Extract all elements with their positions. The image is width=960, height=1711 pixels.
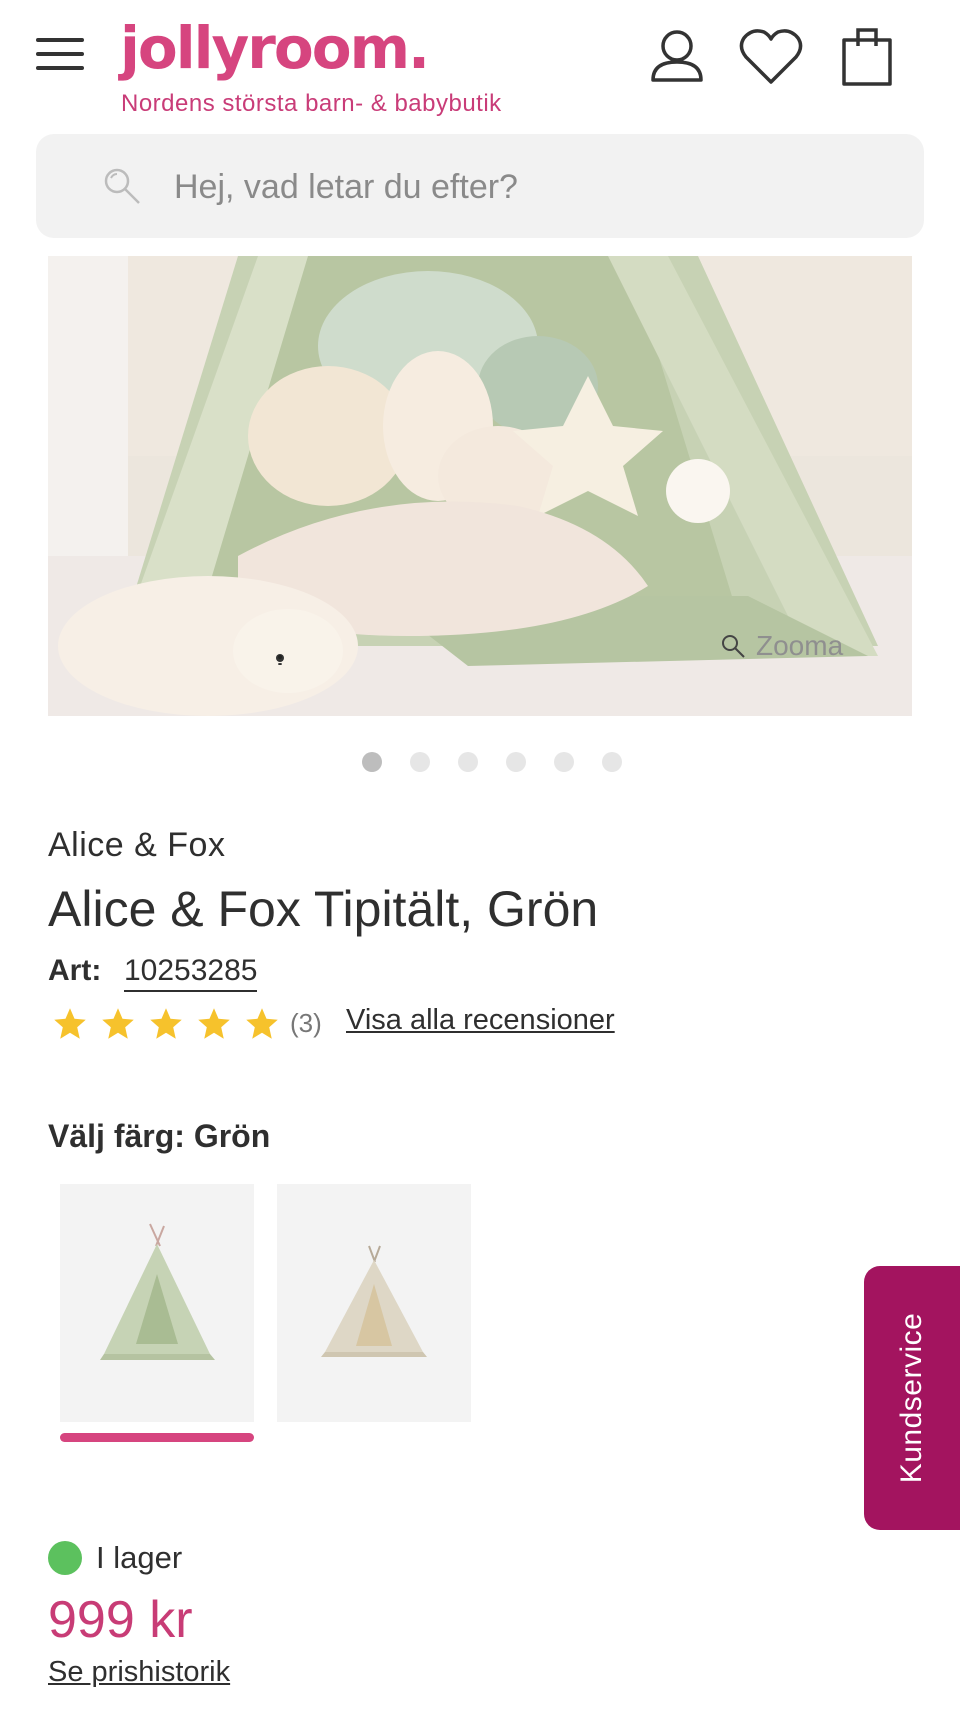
star-icon	[150, 1008, 182, 1039]
price: 999 kr	[48, 1591, 193, 1649]
account-icon[interactable]	[642, 22, 712, 92]
price-history-link[interactable]: Se prishistorik	[48, 1656, 230, 1689]
color-option-green[interactable]	[60, 1184, 254, 1422]
hamburger-menu-icon[interactable]	[36, 36, 84, 72]
star-icon	[198, 1008, 230, 1039]
search-icon	[104, 168, 140, 204]
article-number-value[interactable]: 10253285	[124, 954, 258, 992]
selected-color: Grön	[193, 1118, 271, 1154]
stock-status: I lager	[48, 1540, 182, 1576]
star-icon	[54, 1008, 86, 1039]
logo[interactable]: jollyroom.	[120, 8, 430, 88]
gallery-dot-1[interactable]	[362, 752, 382, 772]
brand-name[interactable]: Alice & Fox	[48, 826, 225, 865]
magnifier-icon	[722, 635, 745, 658]
color-selector-label: Välj färg: Grön	[48, 1118, 270, 1155]
product-title: Alice & Fox Tipitält, Grön	[48, 881, 599, 937]
gallery-dot-2[interactable]	[410, 752, 430, 772]
customer-service-tab[interactable]: Kundservice	[864, 1266, 960, 1530]
selected-color-indicator	[60, 1433, 254, 1442]
in-stock-indicator-icon	[48, 1541, 82, 1575]
article-label: Art:	[48, 954, 102, 987]
zoom-button[interactable]: Zooma	[720, 626, 870, 666]
gallery-dot-5[interactable]	[554, 752, 574, 772]
article-number: Art: 10253285	[48, 954, 258, 992]
color-option-beige[interactable]	[277, 1184, 471, 1422]
gallery-pagination	[362, 752, 622, 772]
rating-stars[interactable]	[52, 1006, 280, 1042]
star-icon	[102, 1008, 134, 1039]
review-count: (3)	[290, 1008, 322, 1038]
shopping-bag-icon[interactable]	[832, 22, 902, 92]
wishlist-heart-icon[interactable]	[736, 22, 806, 92]
gallery-dot-4[interactable]	[506, 752, 526, 772]
all-reviews-link[interactable]: Visa alla recensioner	[346, 1004, 615, 1037]
gallery-dot-3[interactable]	[458, 752, 478, 772]
gallery-dot-6[interactable]	[602, 752, 622, 772]
tagline: Nordens största barn- & babybutik	[121, 90, 502, 117]
customer-service-label: Kundservice	[895, 1312, 928, 1484]
star-icon	[246, 1008, 278, 1039]
color-label-prefix: Välj färg:	[48, 1118, 185, 1154]
search-bar[interactable]	[36, 134, 924, 238]
zoom-label: Zooma	[756, 630, 844, 661]
stock-label: I lager	[96, 1540, 183, 1575]
search-input[interactable]	[172, 158, 896, 216]
